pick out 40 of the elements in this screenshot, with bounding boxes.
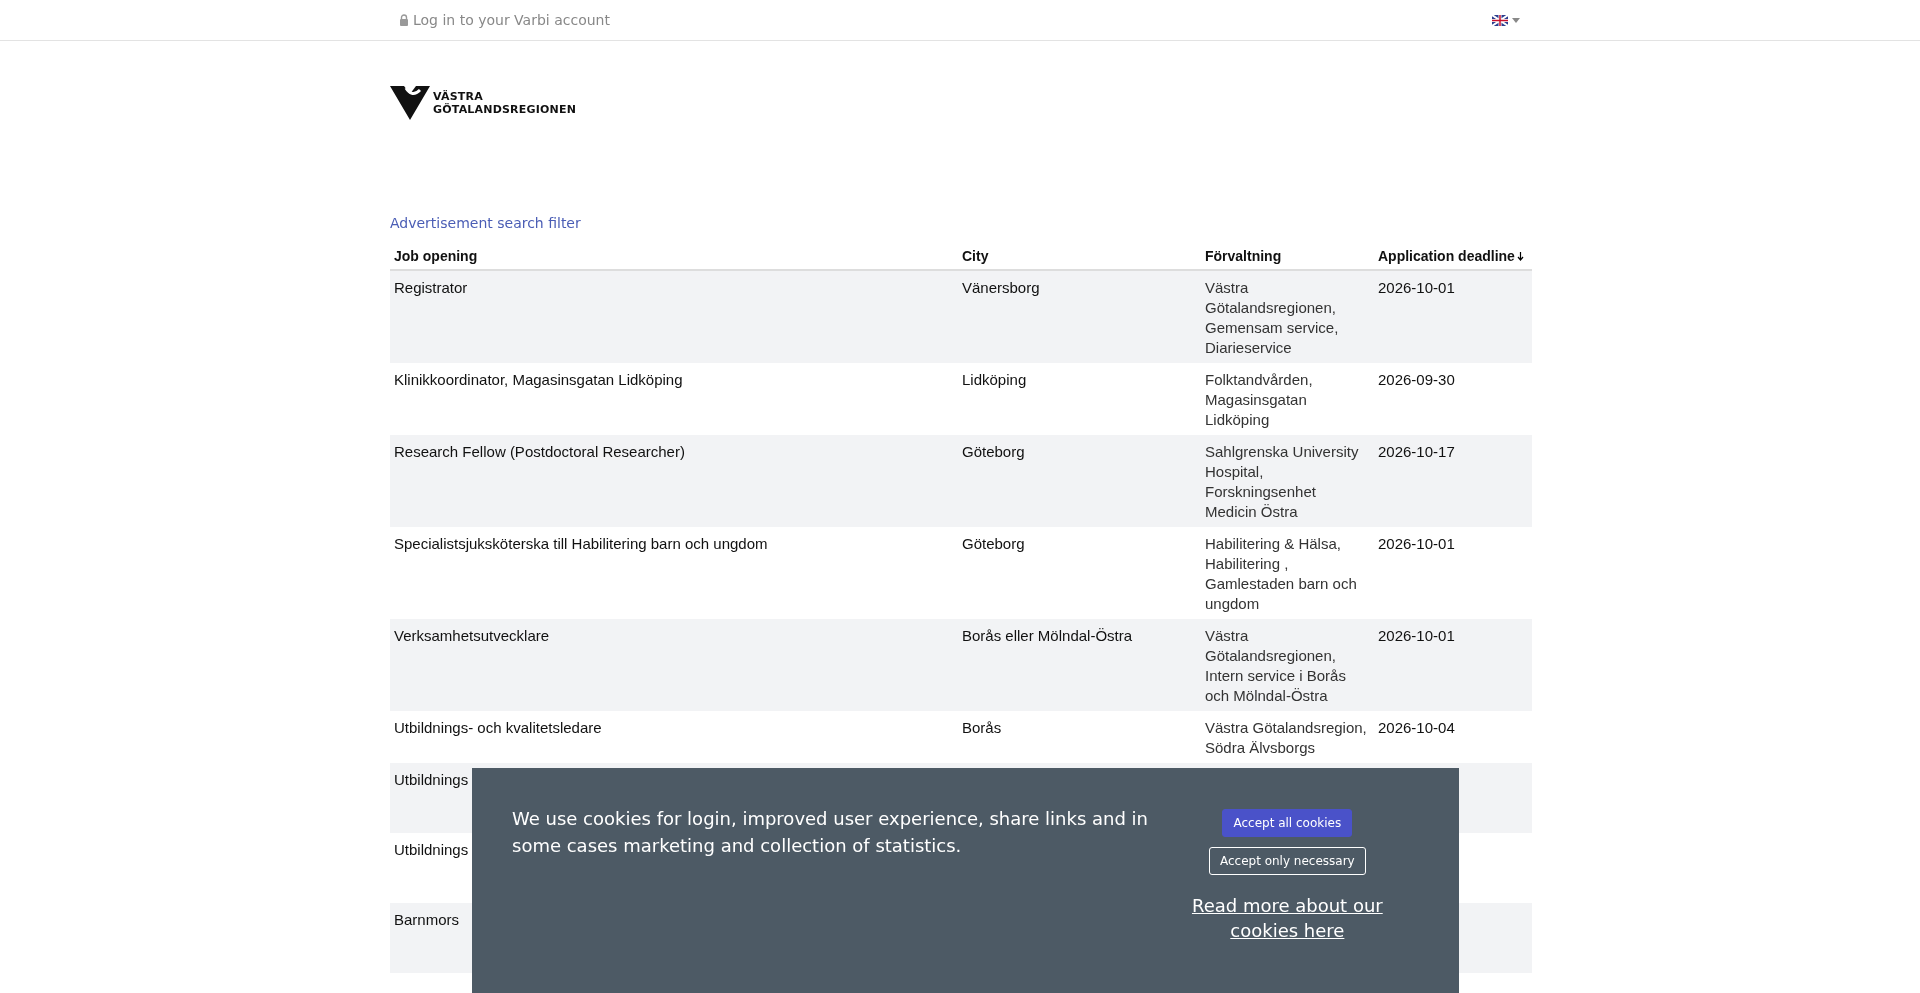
table-cell: 2026-10-04 <box>1378 719 1455 736</box>
table-cell: Borås <box>962 719 1002 736</box>
lock-icon <box>399 14 409 26</box>
language-dropdown[interactable] <box>1492 14 1520 26</box>
job-title-link[interactable]: Utbildnings <box>394 841 469 858</box>
table-cell: Västra Götalandsregionen, Gemensam service, Diarieservice <box>1205 279 1339 356</box>
accept-necessary-button[interactable]: Accept only necessary <box>1208 847 1366 875</box>
logo-text: VÄSTRA GÖTALANDSREGIONEN <box>433 90 577 116</box>
table-cell: Lidköping <box>962 371 1027 388</box>
job-title-link[interactable]: Research Fellow (Postdoctoral Researcher) <box>394 443 685 460</box>
table-cell: Habilitering & Hälsa, Habilitering , Gamlestaden barn och ungdom <box>1205 535 1357 612</box>
table-cell: 2026-09-30 <box>1378 371 1455 388</box>
table-cell: Borås eller Mölndal-Östra <box>962 627 1133 644</box>
table-cell: Västra Götalandsregion, Södra Älvsborgs <box>1205 719 1367 756</box>
job-title-link[interactable]: Utbildnings <box>394 771 469 788</box>
logo-mark-icon <box>390 86 430 120</box>
table-cell: Västra Götalandsregionen, Intern service i Borås och Mölndal-Östra <box>1205 627 1346 704</box>
job-title-link[interactable]: Utbildnings- och kvalitetsledare <box>394 719 602 736</box>
login-link[interactable]: Log in to your Varbi account <box>399 12 610 28</box>
table-cell: 2026-10-17 <box>1378 443 1455 460</box>
job-title-link[interactable]: Klinikkoordinator, Magasinsgatan Lidköping <box>394 371 683 388</box>
cookie-message: We use cookies for login, improved user experience, share links and in some cases marketing and collection of statistics. <box>512 807 1149 858</box>
table-cell: Vänersborg <box>962 279 1040 296</box>
table-cell: Folktandvården, Magasinsgatan Lidköping <box>1205 371 1313 428</box>
job-title-link[interactable]: Barnmors <box>394 911 460 928</box>
table-cell: Sahlgrenska University Hospital, Forskningsenhet Medicin Östra <box>1205 443 1359 520</box>
table-cell: 2026-10-01 <box>1378 627 1455 644</box>
accept-all-button[interactable]: Accept all cookies <box>1222 809 1353 837</box>
caret-icon <box>1512 17 1520 23</box>
search-filter-link[interactable]: Advertisement search filter <box>390 215 581 231</box>
read-more-link[interactable]: Read more about our cookies here <box>1155 893 1419 943</box>
table-cell: Göteborg <box>962 535 1025 552</box>
job-title-link[interactable]: Verksamhetsutvecklare <box>394 627 550 644</box>
job-title-link[interactable]: Registrator <box>394 279 468 296</box>
table-cell: Göteborg <box>962 443 1025 460</box>
sort-arrow-icon <box>1516 252 1524 261</box>
table-cell: 2026-10-01 <box>1378 279 1455 296</box>
job-title-link[interactable]: Specialistsjuksköterska till Habilitering barn och ungdom <box>394 535 768 552</box>
table-cell: 2026-10-01 <box>1378 535 1455 552</box>
flag-icon <box>1492 14 1508 26</box>
